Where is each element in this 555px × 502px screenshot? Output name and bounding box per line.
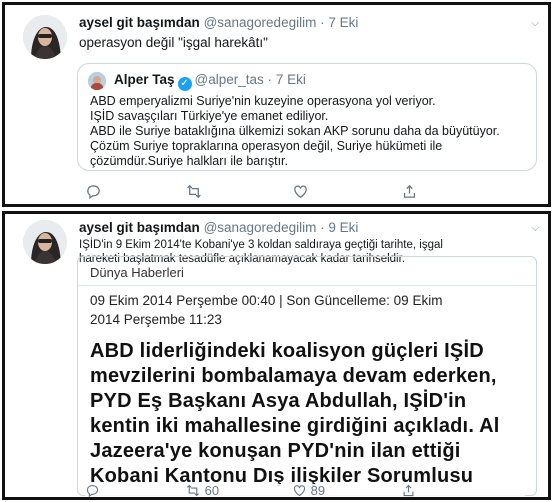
card-date: 09 Ekim 2014 Perşembe 00:40 | Son Güncel… [90, 291, 520, 329]
quoted-handle[interactable]: @alper_tas [195, 72, 264, 87]
tweet-card-1[interactable]: aysel git başımdan @sanagoredegilim · 7 … [2, 2, 551, 207]
like-icon[interactable] [292, 183, 309, 200]
tweet-header: aysel git başımdan @sanagoredegilim · 7 … [79, 15, 358, 30]
tweet-header: aysel git başımdan @sanagoredegilim · 9 … [79, 220, 358, 235]
quoted-author-name[interactable]: Alper Taş [114, 72, 175, 87]
quoted-line: ABD ile Suriye bataklığına ülkemizi soka… [90, 124, 500, 138]
avatar[interactable] [23, 15, 67, 59]
like-icon [293, 485, 306, 497]
tweet-text-line: IŞİD'in 9 Ekim 2014'te Kobani'ye 3 kolda… [79, 239, 443, 251]
quoted-line: ABD emperyalizmi Suriye'nin kuzeyine ope… [90, 94, 436, 108]
author-handle[interactable]: @sanagoredegilim [204, 15, 317, 30]
quoted-date[interactable]: 7 Eki [276, 72, 306, 87]
tweet-text: operasyon değil "işgal harekâtı" [79, 35, 268, 50]
quoted-tweet[interactable]: Alper Taş ✓ @alper_tas · 7 Eki ABD emperya… [77, 63, 537, 171]
like-button[interactable]: 89 [292, 483, 326, 498]
chevron-down-icon[interactable]: ⌵ [531, 17, 539, 30]
tweet-date[interactable]: 9 Eki [328, 220, 358, 235]
headline-line: mevzilerini bombalamaya devam ederken, [90, 365, 497, 387]
tweet-card-2[interactable]: aysel git başımdan @sanagoredegilim · 9 … [2, 211, 551, 500]
card-headline: ABD liderliğindeki koalisyon güçleri IŞİ… [90, 339, 530, 489]
card-source: Dünya Haberleri [90, 265, 184, 280]
share-icon[interactable] [401, 183, 418, 200]
tweet-actions [85, 183, 525, 201]
author-handle[interactable]: @sanagoredegilim [204, 220, 317, 235]
avatar[interactable] [23, 220, 67, 264]
headline-line: PYD Eş Başkanı Asya Abdullah, IŞİD'in [90, 390, 467, 412]
retweet-count: 60 [204, 483, 220, 498]
quoted-line: Çözüm Suriye topraklarına operasyon deği… [90, 139, 443, 153]
headline-line: ABD liderliğindeki koalisyon güçleri IŞİ… [90, 340, 484, 362]
retweet-button[interactable]: 60 [185, 483, 220, 498]
retweet-icon [186, 484, 200, 497]
quoted-header: Alper Taş ✓ @alper_tas · 7 Eki [114, 72, 306, 91]
quoted-line: çözümdür.Suriye halkları ile barıştır. [90, 154, 288, 168]
headline-line: Jazeera'ye konuşan PYD'nin ilan ettiği [90, 440, 461, 462]
quoted-avatar[interactable] [88, 72, 106, 90]
reply-icon[interactable] [85, 183, 102, 200]
link-preview-card[interactable]: Dünya Haberleri 09 Ekim 2014 Perşembe 00… [77, 256, 537, 496]
headline-line: kentin iki mahallesine girdiğini açıklad… [90, 415, 500, 437]
separator: · [267, 72, 273, 87]
quoted-text: ABD emperyalizmi Suriye'nin kuzeyine ope… [90, 94, 530, 169]
share-icon[interactable] [401, 483, 416, 497]
separator: · [320, 15, 325, 30]
author-name[interactable]: aysel git başımdan [79, 220, 200, 235]
card-date-line: 09 Ekim 2014 Perşembe 00:40 | Son Güncel… [90, 293, 443, 308]
author-name[interactable]: aysel git başımdan [79, 15, 200, 30]
separator: · [320, 220, 325, 235]
like-count: 89 [310, 483, 326, 498]
quoted-line: IŞİD savaşçıları Türkiye'ye emanet edili… [90, 109, 329, 123]
card-date-line: 2014 Perşembe 11:23 [90, 312, 222, 327]
card-divider [78, 285, 536, 286]
reply-icon[interactable] [85, 483, 100, 497]
retweet-icon[interactable] [185, 183, 203, 200]
chevron-down-icon[interactable]: ⌵ [531, 222, 539, 235]
verified-badge-icon: ✓ [177, 77, 192, 91]
tweet-actions: 60 89 [85, 483, 525, 498]
tweet-date[interactable]: 7 Eki [328, 15, 358, 30]
